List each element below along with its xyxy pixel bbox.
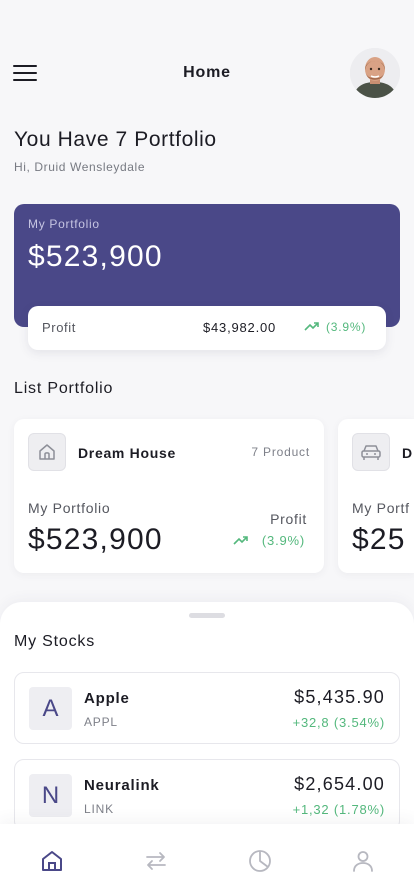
portfolio-card-partial[interactable]: D My Portf $25 [338,419,414,573]
stock-change: +32,8 (3.54%) [292,715,385,730]
portfolio-name: D [402,445,413,461]
stock-name: Apple [84,690,130,707]
portfolio-value: $523,900 [28,523,163,556]
house-icon [28,433,66,471]
app-header: Home [0,48,414,100]
transfer-icon[interactable] [143,848,169,874]
stock-ticker: LINK [84,802,114,816]
portfolio-label: My Portfolio [28,500,111,516]
pie-chart-icon[interactable] [247,848,273,874]
profit-label: Profit [270,511,307,527]
stock-logo: A [29,687,72,730]
portfolio-value: $523,900 [28,240,163,273]
stock-change: +1,32 (1.78%) [292,802,385,817]
stock-price: $5,435.90 [294,687,385,707]
portfolio-value: $25 [352,523,406,556]
stock-name: Neuralink [84,777,160,794]
profit-label: Profit [42,320,76,335]
greeting-subtitle: Hi, Druid Wensleydale [14,160,146,174]
stock-row-apple[interactable]: A Apple APPL $5,435.90 +32,8 (3.54%) [14,672,400,744]
drag-handle[interactable] [189,613,225,618]
portfolio-label: My Portfolio [28,217,100,231]
stock-logo: N [29,774,72,817]
product-count: 7 Product [251,445,310,459]
portfolio-card-dream-house[interactable]: Dream House 7 Product My Portfolio $523,… [14,419,324,573]
profile-icon[interactable] [350,848,376,874]
greeting-title: You Have 7 Portfolio [14,128,217,151]
avatar[interactable] [350,48,400,98]
portfolio-name: Dream House [78,445,176,461]
list-portfolio-title: List Portfolio [14,380,114,397]
car-icon [352,433,390,471]
my-stocks-title: My Stocks [14,633,95,650]
profit-percent: (3.9%) [261,533,305,548]
stock-ticker: APPL [84,715,118,729]
portfolio-label: My Portf [352,500,410,516]
trend-up-icon [233,536,248,545]
stock-price: $2,654.00 [294,774,385,794]
stock-row-neuralink[interactable]: N Neuralink LINK $2,654.00 +1,32 (1.78%) [14,759,400,831]
profit-summary: Profit $43,982.00 (3.9%) [28,306,386,350]
home-icon[interactable] [39,848,65,874]
trend-up-icon [304,322,319,331]
profit-value: $43,982.00 [203,320,277,335]
profit-percent: (3.9%) [326,320,367,334]
bottom-tab-bar [0,824,414,896]
